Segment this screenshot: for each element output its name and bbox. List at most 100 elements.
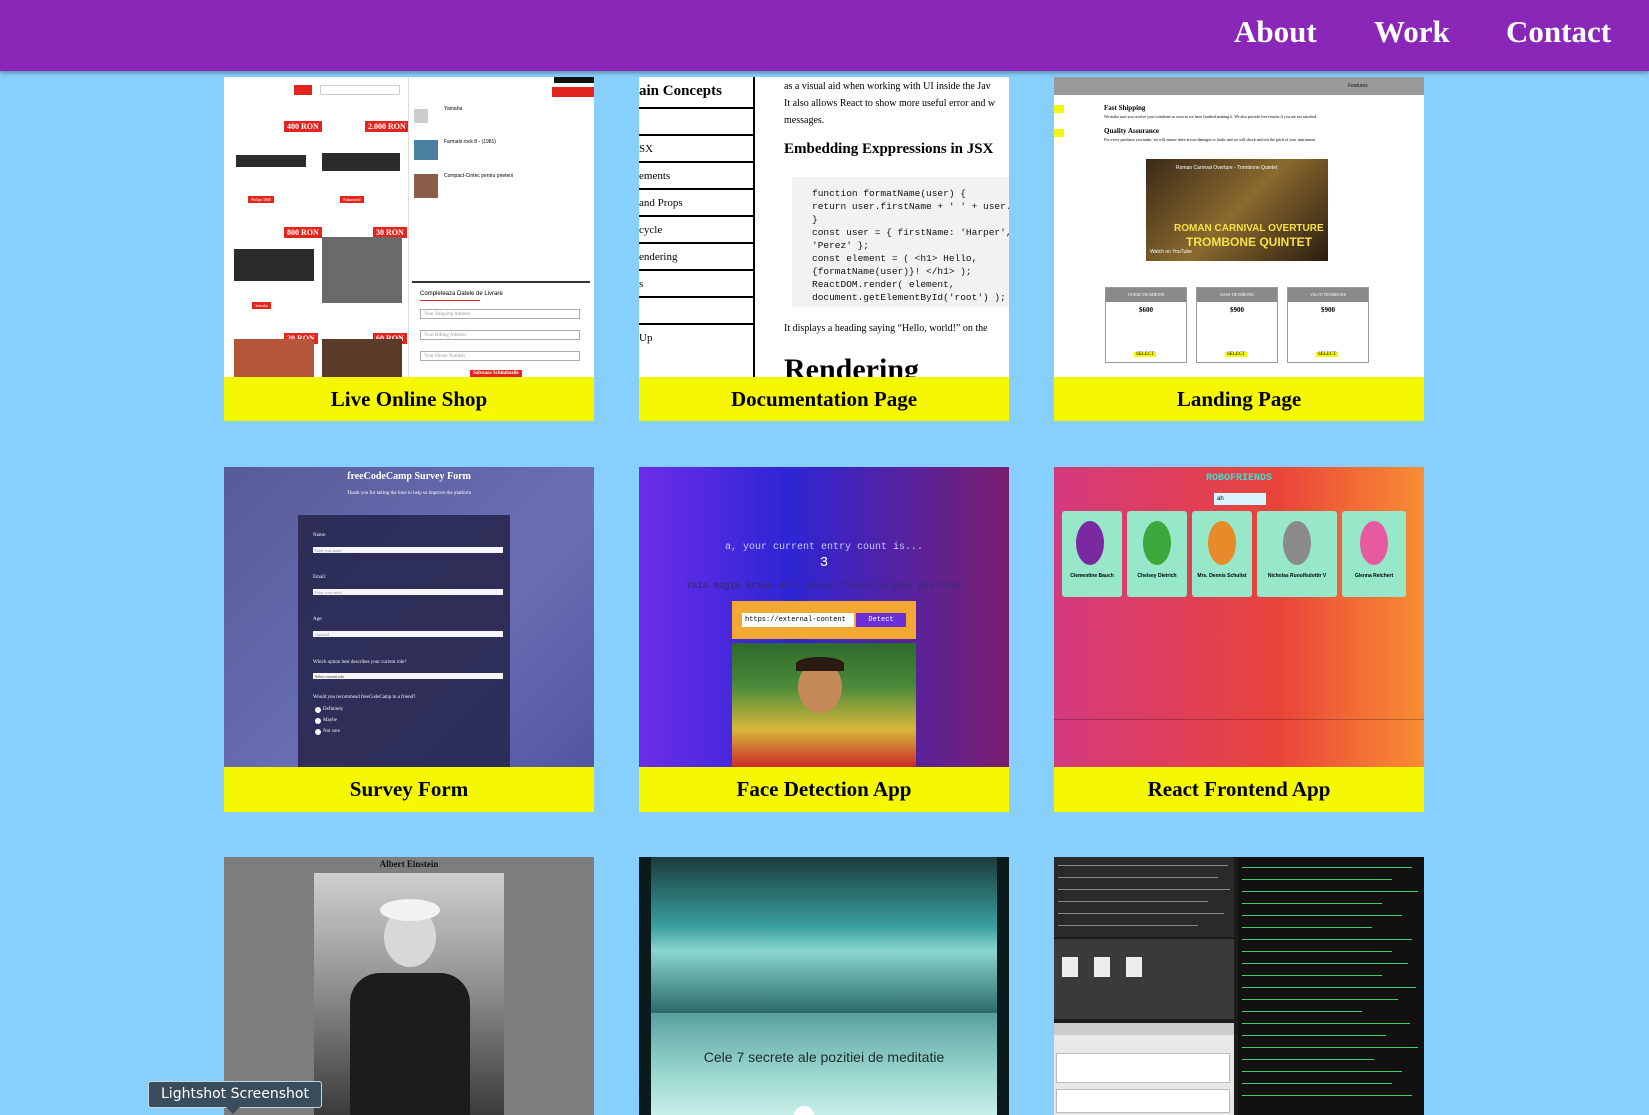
survey-label: Name: [313,533,327,538]
docs-sidebar-item: Up [639,332,653,344]
robot-card: Nicholas Runolfsdottir V [1257,511,1337,597]
landing-nav: Features [1348,83,1368,89]
plan-name: BASS TROMBONE [1197,288,1277,302]
video-watch: Watch on YouTube [1150,249,1192,255]
landing-feature-text: We make sure you receive your trombone a… [1104,114,1318,119]
survey-label: Which option best describes your current… [313,660,407,665]
survey-subtitle: Thank you for taking the time to help us… [346,491,472,496]
landing-feature-heading: Fast Shipping [1104,104,1146,112]
product-name: Yamaha [252,302,271,309]
docs-sidebar-item: cycle [639,217,753,244]
price-tag: 2.000 RON [365,121,409,132]
entry-count: 3 [819,555,829,571]
water-image [651,857,997,1013]
save-button: Salveaza Schimbarile [470,370,522,377]
robot-name: Nicholas Runolfsdottir V [1267,573,1327,579]
lightshot-tooltip: Lightshot Screenshot [148,1081,322,1108]
terminal-window [1238,857,1424,1115]
project-card-react-frontend-app[interactable]: ROBOFRIENDS ah Clementine Bauch Chelsey … [1054,467,1424,812]
robot-card: Chelsey Dietrich [1127,511,1187,597]
project-thumbnail: a, your current entry count is... 3 This… [639,467,1009,767]
billing-field: Your Billing Address [420,330,580,340]
docs-sidebar-heading: ain Concepts [639,83,722,99]
price-tag: 800 RON [284,227,322,238]
pricing-plan: TENOR TROMBONE $600 SELECT [1105,287,1187,363]
editor-window [1054,857,1234,937]
cart-item: Compact-Cintec pentru prieteni [444,173,514,179]
nav-about-link[interactable]: About [1234,14,1317,50]
plan-select: SELECT [1134,352,1157,357]
entry-count-text: a, your current entry count is... [724,542,924,553]
robofriends-title: ROBOFRIENDS [1205,473,1272,484]
browser-window [1054,1023,1234,1115]
magic-brain-text: This Magic Brain will detect faces in yo… [686,581,962,591]
docs-text: messages. [784,115,825,126]
project-card-live-online-shop[interactable]: 400 RON 2.000 RON Philips 5860 Nakamichi… [224,77,594,421]
project-thumbnail: freeCodeCamp Survey Form Thank you for t… [224,467,594,767]
file-icon [1126,957,1142,977]
face-image [732,643,916,767]
survey-placeholder: Optional [315,632,329,637]
survey-radio-label: Not sure [323,729,341,734]
project-thumbnail: Albert Einstein [224,857,594,1115]
project-caption: Face Detection App [639,767,1009,812]
docs-text: It also allows React to show more useful… [784,98,996,109]
pricing-plan: VALVE TROMBONE $900 SELECT [1287,287,1369,363]
survey-radio-label: Maybe [323,718,337,723]
landing-feature-text: For every purchase you make, we will ens… [1104,137,1316,142]
project-card-quotes-scraper[interactable] [1054,857,1424,1115]
plan-name: VALVE TROMBONE [1288,288,1368,302]
project-thumbnail: Features Fast Shipping We make sure you … [1054,77,1424,377]
robot-name: Glenna Reichert [1354,573,1394,579]
cart-item: Farmatii rock 8 - (1981) [444,139,496,145]
video-title: Roman Carnival Overture - Trombone Quint… [1176,165,1278,171]
project-caption: Live Online Shop [224,377,594,421]
price-tag: 400 RON [284,121,322,132]
plan-name: TENOR TROMBONE [1106,288,1186,302]
docs-sidebar-item: endering [639,244,753,271]
plan-select: SELECT [1316,352,1339,357]
nav-work-link[interactable]: Work [1374,14,1450,50]
file-icon [1062,957,1078,977]
survey-radio-label: Definitely [323,707,344,712]
docs-sidebar-item: ements [639,163,753,190]
plan-price: $900 [1321,306,1335,314]
file-icon [1094,957,1110,977]
docs-sidebar-item [639,109,753,136]
project-card-documentation-page[interactable]: ain Concepts SX ements and Props cycle e… [639,77,1009,421]
project-thumbnail: ain Concepts SX ements and Props cycle e… [639,77,1009,377]
project-thumbnail: 400 RON 2.000 RON Philips 5860 Nakamichi… [224,77,594,377]
finder-window [1054,939,1234,1019]
survey-placeholder: Enter your email [315,590,342,595]
radio-icon [315,718,321,724]
robot-name: Clementine Bauch [1070,573,1114,579]
detect-button: Detect [856,613,906,627]
product-name: Nakamichi [340,196,364,203]
project-caption: React Frontend App [1054,767,1424,812]
survey-title: freeCodeCamp Survey Form [347,471,471,482]
docs-sidebar-item: SX [639,136,753,163]
docs-text: It displays a heading saying “Hello, wor… [784,323,988,334]
docs-sidebar-item: s [639,271,753,298]
project-card-meditation[interactable]: Cele 7 secrete ale pozitiei de meditatie [639,857,1009,1115]
project-thumbnail [1054,857,1424,1115]
pricing-plan: BASS TROMBONE $900 SELECT [1196,287,1278,363]
survey-placeholder: Enter your name [315,548,342,553]
project-card-survey-form[interactable]: freeCodeCamp Survey Form Thank you for t… [224,467,594,812]
robot-name: Mrs. Dennis Schulist [1197,573,1247,579]
nav-contact-link[interactable]: Contact [1506,14,1611,50]
einstein-photo [314,873,504,1115]
image-url-input: https://external-content [742,613,854,627]
robot-card: Mrs. Dennis Schulist [1192,511,1252,597]
docs-sidebar-item [639,298,753,325]
navbar: About Work Contact [0,0,1649,71]
robot-card: Glenna Reichert [1342,511,1406,597]
project-caption: Landing Page [1054,377,1424,421]
survey-label: Age: [313,617,323,622]
detect-panel: https://external-content Detect [732,601,916,639]
project-card-einstein[interactable]: Albert Einstein [224,857,594,1115]
radio-icon [315,729,321,735]
shipping-field: Your Shipping Address [420,309,580,319]
project-card-face-detection-app[interactable]: a, your current entry count is... 3 This… [639,467,1009,812]
project-card-landing-page[interactable]: Features Fast Shipping We make sure you … [1054,77,1424,421]
